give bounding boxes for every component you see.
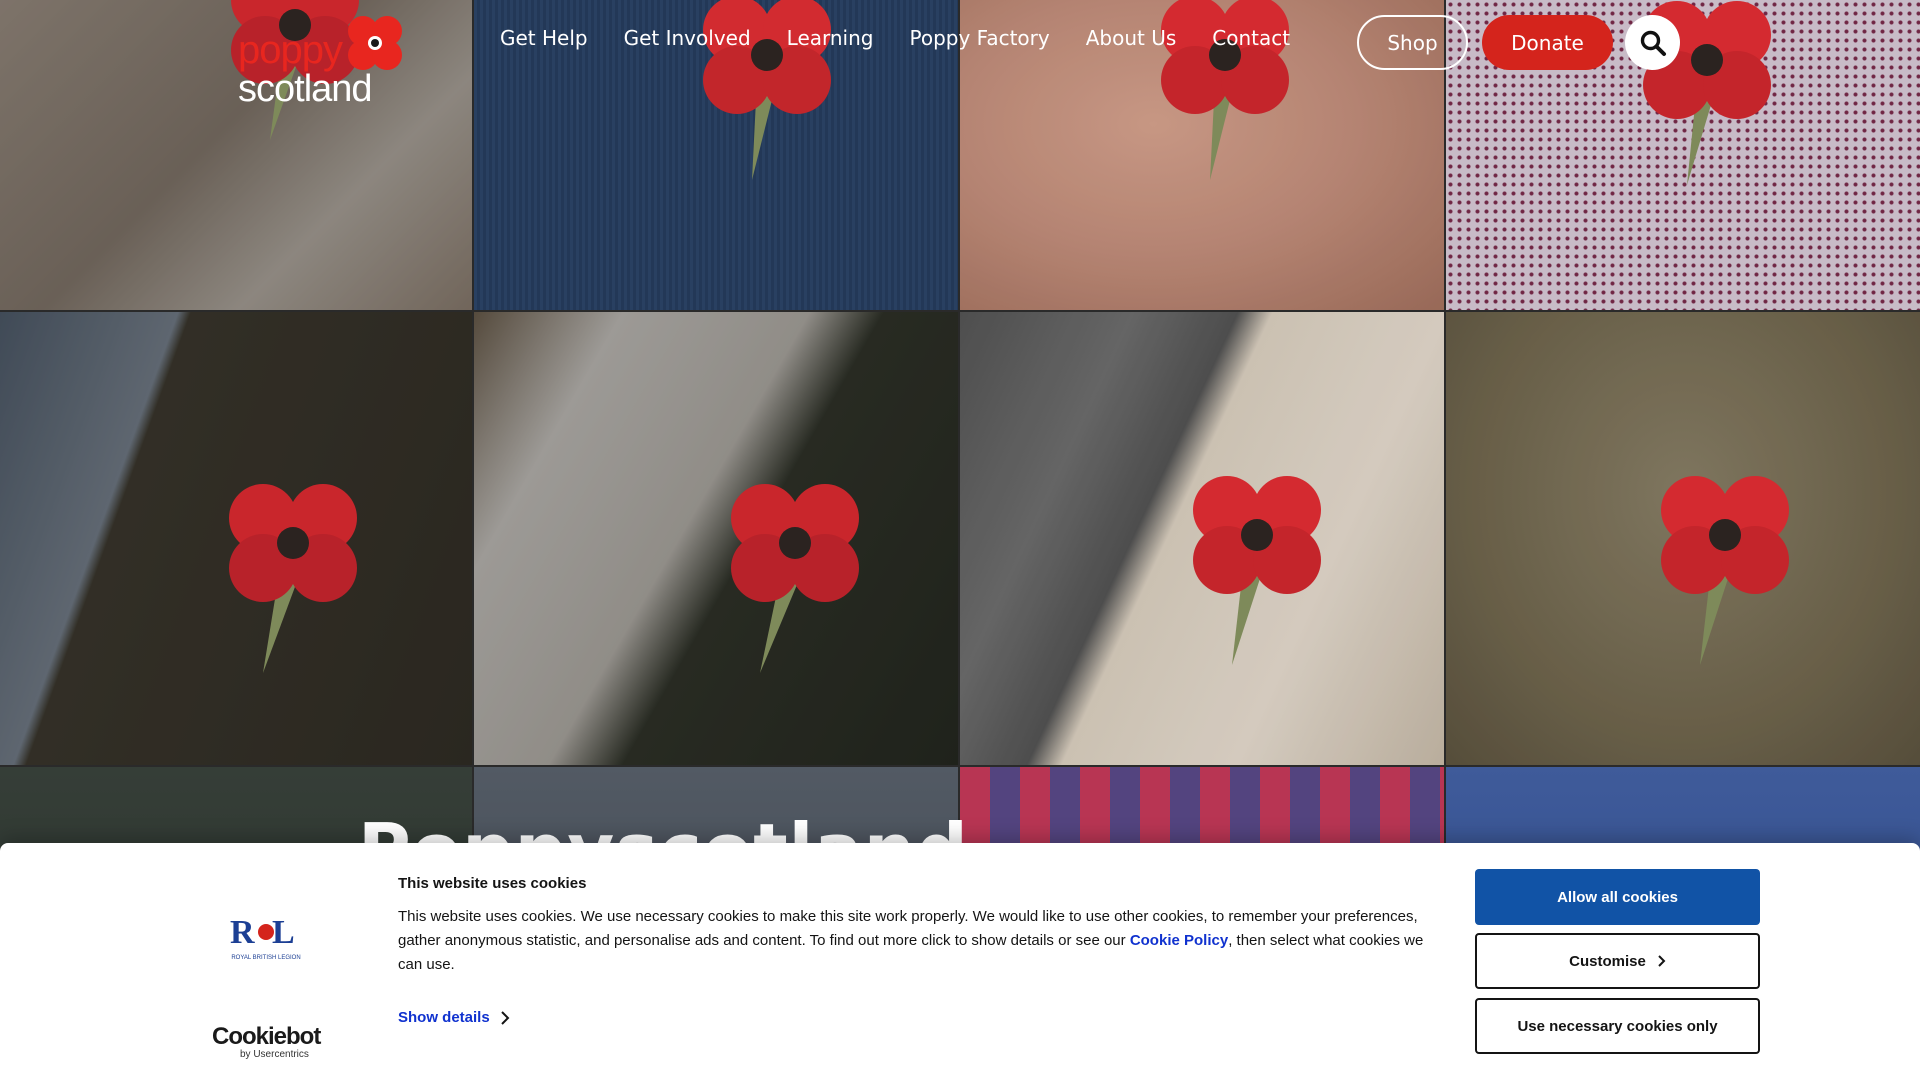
svg-text:L: L <box>272 914 295 951</box>
cookie-consent-banner: R L ROYAL BRITISH LEGION Cookiebot by Us… <box>0 843 1920 1080</box>
poppy-pin-image <box>731 484 859 673</box>
customise-cookies-button[interactable]: Customise <box>1475 933 1760 989</box>
hero-tile <box>474 312 958 765</box>
search-icon <box>1640 30 1666 56</box>
nav-get-involved[interactable]: Get Involved <box>624 26 751 50</box>
poppy-pin-image <box>1193 476 1321 665</box>
allow-all-cookies-button[interactable]: Allow all cookies <box>1475 869 1760 925</box>
nav-learning[interactable]: Learning <box>787 26 874 50</box>
poppy-logo-icon <box>348 16 402 70</box>
svg-text:ROYAL BRITISH LEGION: ROYAL BRITISH LEGION <box>231 955 300 961</box>
shop-button[interactable]: Shop <box>1357 15 1468 70</box>
svg-text:R: R <box>230 914 255 951</box>
cookie-description: This website uses cookies. We use necess… <box>398 905 1428 977</box>
customise-label: Customise <box>1569 952 1646 970</box>
nav-about-us[interactable]: About Us <box>1086 26 1177 50</box>
chevron-right-icon <box>500 1010 510 1025</box>
chevron-right-icon <box>1658 955 1666 967</box>
search-button[interactable] <box>1625 15 1680 70</box>
cookiebot-logo: Cookiebot by Usercentrics <box>212 1023 322 1063</box>
cookie-title: This website uses cookies <box>398 875 587 892</box>
royal-british-legion-logo: R L ROYAL BRITISH LEGION <box>230 914 301 961</box>
show-details-label: Show details <box>398 1009 490 1026</box>
donate-button[interactable]: Donate <box>1482 15 1613 70</box>
main-navigation: Get Help Get Involved Learning Poppy Fac… <box>500 26 1326 50</box>
poppy-pin-image <box>229 484 357 673</box>
necessary-cookies-only-button[interactable]: Use necessary cookies only <box>1475 998 1760 1054</box>
show-details-toggle[interactable]: Show details <box>398 1009 510 1026</box>
poppyscotland-logo[interactable]: poppy scotland <box>238 14 408 110</box>
cookie-policy-link[interactable]: Cookie Policy <box>1130 932 1228 949</box>
nav-contact[interactable]: Contact <box>1212 26 1290 50</box>
cookiebot-wordmark: Cookiebot <box>212 1023 321 1050</box>
nav-poppy-factory[interactable]: Poppy Factory <box>909 26 1049 50</box>
logo-text-poppy: poppy <box>238 28 343 72</box>
poppy-pin-image <box>1661 476 1789 665</box>
nav-get-help[interactable]: Get Help <box>500 26 588 50</box>
logo-text-scotland: scotland <box>238 68 373 110</box>
